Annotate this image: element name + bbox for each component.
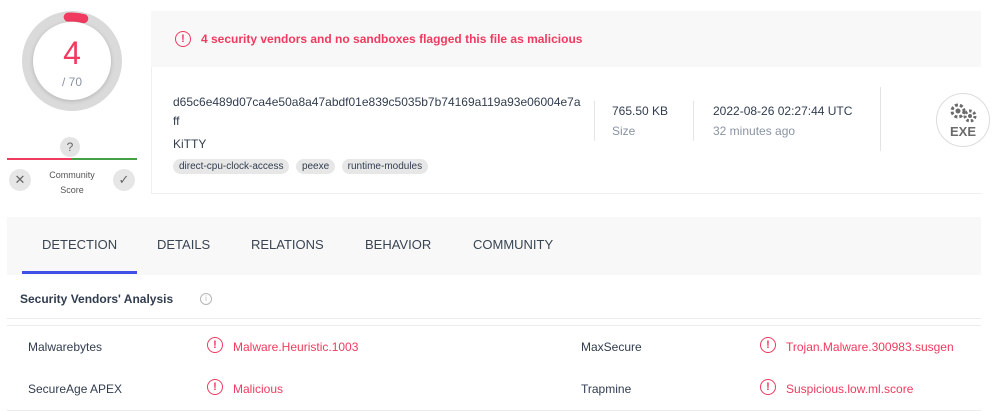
file-tag[interactable]: direct-cpu-clock-access <box>173 159 290 174</box>
file-tag[interactable]: runtime-modules <box>341 159 429 174</box>
file-name: KiTTY <box>173 137 207 151</box>
info-icon[interactable]: i <box>200 293 212 305</box>
detection-result: Malicious <box>233 382 284 396</box>
divider <box>693 101 694 141</box>
detection-score-widget: 4 / 70 ? ✕ Community Score ✓ <box>0 0 145 200</box>
malicious-icon: ! <box>207 337 223 353</box>
file-tags: direct-cpu-clock-access peexe runtime-mo… <box>173 156 430 174</box>
vote-malicious-button[interactable]: ✕ <box>9 169 31 191</box>
community-bar-negative <box>7 158 72 160</box>
detection-result: Suspicious.low.ml.score <box>786 382 914 396</box>
tab-behavior[interactable]: BEHAVIOR <box>365 237 431 252</box>
detection-count: 4 <box>63 35 81 71</box>
engine-total: / 70 <box>61 75 82 89</box>
file-size-value: 765.50 KB <box>612 104 669 118</box>
active-tab-indicator <box>22 271 137 274</box>
tab-details[interactable]: DETAILS <box>157 237 210 252</box>
vendor-name: Trapmine <box>581 382 632 396</box>
alert-icon: ! <box>175 31 191 47</box>
malicious-icon: ! <box>760 379 776 395</box>
vendor-name: Malwarebytes <box>28 340 103 354</box>
detection-result: Trojan.Malware.300983.susgen <box>786 340 954 354</box>
tab-detection[interactable]: DETECTION <box>42 237 117 252</box>
section-title: Security Vendors' Analysis <box>20 292 174 306</box>
malicious-icon: ! <box>207 379 223 395</box>
vendor-name: MaxSecure <box>581 340 642 354</box>
table-row: SecureAge APEX ! Malicious Trapmine ! Su… <box>7 368 981 411</box>
file-size-label: Size <box>612 124 636 138</box>
table-row: Malwarebytes ! Malware.Heuristic.1003 Ma… <box>7 325 981 369</box>
last-analysis-date: 2022-08-26 02:27:44 UTC <box>713 104 853 118</box>
vendor-name: SecureAge APEX <box>28 382 123 396</box>
alert-text: 4 security vendors and no sandboxes flag… <box>201 32 583 46</box>
divider <box>594 101 595 141</box>
community-score-label: Community Score <box>49 170 95 195</box>
vendors-analysis-header: Security Vendors' Analysis i <box>7 281 981 319</box>
vote-harmless-button[interactable]: ✓ <box>113 169 135 191</box>
detection-result: Malware.Heuristic.1003 <box>233 340 359 354</box>
tab-relations[interactable]: RELATIONS <box>251 237 324 252</box>
score-center: 4 / 70 <box>33 22 111 100</box>
score-ring: 4 / 70 <box>22 11 122 111</box>
community-score-badge: ? <box>60 137 80 157</box>
report-tabs: DETECTION DETAILS RELATIONS BEHAVIOR COM… <box>7 217 981 275</box>
community-score: ? ✕ Community Score ✓ <box>7 137 137 197</box>
file-tag[interactable]: peexe <box>295 159 336 174</box>
divider <box>880 87 881 151</box>
malicious-icon: ! <box>760 337 776 353</box>
file-type-icon: EXE <box>936 93 990 147</box>
tab-community[interactable]: COMMUNITY <box>473 237 553 252</box>
gears-icon <box>950 103 977 123</box>
detection-alert-banner: ! 4 security vendors and no sandboxes fl… <box>151 11 981 67</box>
last-analysis-relative: 32 minutes ago <box>713 124 796 138</box>
file-hash[interactable]: d65c6e489d07ca4e50a8a47abdf01e839c5035b7… <box>173 93 583 131</box>
file-type-label: EXE <box>950 124 977 139</box>
community-bar-positive <box>72 158 137 160</box>
file-info-panel: d65c6e489d07ca4e50a8a47abdf01e839c5035b7… <box>151 67 990 194</box>
